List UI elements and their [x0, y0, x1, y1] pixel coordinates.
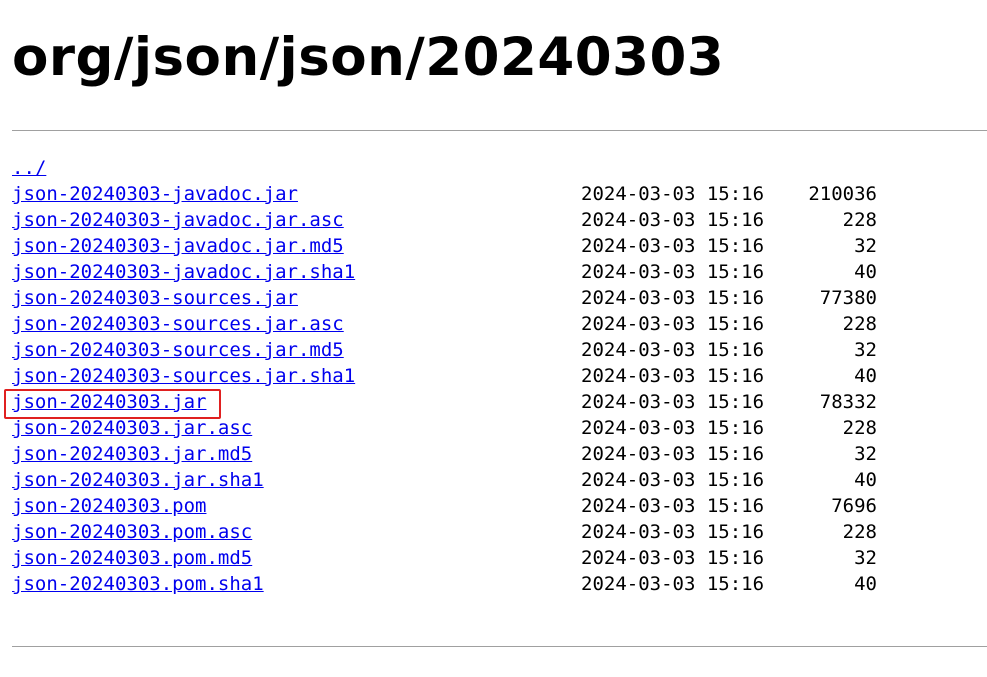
- file-date: 2024-03-03 15:16: [581, 573, 765, 595]
- file-date: 2024-03-03 15:16: [581, 287, 765, 309]
- file-date: 2024-03-03 15:16: [581, 547, 765, 569]
- file-size: 40: [854, 261, 877, 283]
- file-size: 78332: [819, 391, 877, 413]
- file-size: 7696: [831, 495, 877, 517]
- file-size: 40: [854, 365, 877, 387]
- file-link[interactable]: json-20240303.pom.asc: [12, 519, 252, 545]
- file-size: 32: [854, 443, 877, 465]
- file-size: 228: [842, 521, 877, 543]
- file-size: 32: [854, 547, 877, 569]
- file-date: 2024-03-03 15:16: [581, 365, 765, 387]
- parent-directory-link[interactable]: ../: [12, 155, 46, 181]
- top-divider: [12, 130, 987, 131]
- file-link[interactable]: json-20240303.jar.asc: [12, 415, 252, 441]
- file-link[interactable]: json-20240303.jar.sha1: [12, 467, 264, 493]
- file-link[interactable]: json-20240303.pom.sha1: [12, 571, 264, 597]
- file-date: 2024-03-03 15:16: [581, 313, 765, 335]
- file-date: 2024-03-03 15:16: [581, 495, 765, 517]
- file-date: 2024-03-03 15:16: [581, 261, 765, 283]
- file-size: 32: [854, 339, 877, 361]
- file-link[interactable]: json-20240303.jar.md5: [12, 441, 252, 467]
- file-date: 2024-03-03 15:16: [581, 417, 765, 439]
- file-size: 210036: [808, 183, 877, 205]
- file-link[interactable]: json-20240303-sources.jar.sha1: [12, 363, 355, 389]
- file-link[interactable]: json-20240303-javadoc.jar.asc: [12, 207, 344, 233]
- file-date: 2024-03-03 15:16: [581, 469, 765, 491]
- file-link[interactable]: json-20240303-sources.jar.asc: [12, 311, 344, 337]
- page-title: org/json/json/20240303: [12, 27, 725, 88]
- file-link[interactable]: json-20240303-javadoc.jar.md5: [12, 233, 344, 259]
- file-date: 2024-03-03 15:16: [581, 339, 765, 361]
- file-link[interactable]: json-20240303-javadoc.jar.sha1: [12, 259, 355, 285]
- file-link[interactable]: json-20240303-sources.jar: [12, 285, 298, 311]
- file-size: 77380: [819, 287, 877, 309]
- file-date: 2024-03-03 15:16: [581, 521, 765, 543]
- file-date: 2024-03-03 15:16: [581, 183, 765, 205]
- file-link-main-jar[interactable]: json-20240303.jar: [12, 389, 206, 415]
- file-date: 2024-03-03 15:16: [581, 209, 765, 231]
- file-size: 228: [842, 417, 877, 439]
- bottom-divider: [12, 646, 987, 647]
- file-link[interactable]: json-20240303.pom: [12, 493, 206, 519]
- file-size: 228: [842, 209, 877, 231]
- file-size: 40: [854, 573, 877, 595]
- file-link[interactable]: json-20240303.pom.md5: [12, 545, 252, 571]
- file-size: 228: [842, 313, 877, 335]
- file-date: 2024-03-03 15:16: [581, 235, 765, 257]
- file-size: 32: [854, 235, 877, 257]
- file-link[interactable]: json-20240303-sources.jar.md5: [12, 337, 344, 363]
- file-date: 2024-03-03 15:16: [581, 443, 765, 465]
- file-size: 40: [854, 469, 877, 491]
- file-date: 2024-03-03 15:16: [581, 391, 765, 413]
- file-link[interactable]: json-20240303-javadoc.jar: [12, 181, 298, 207]
